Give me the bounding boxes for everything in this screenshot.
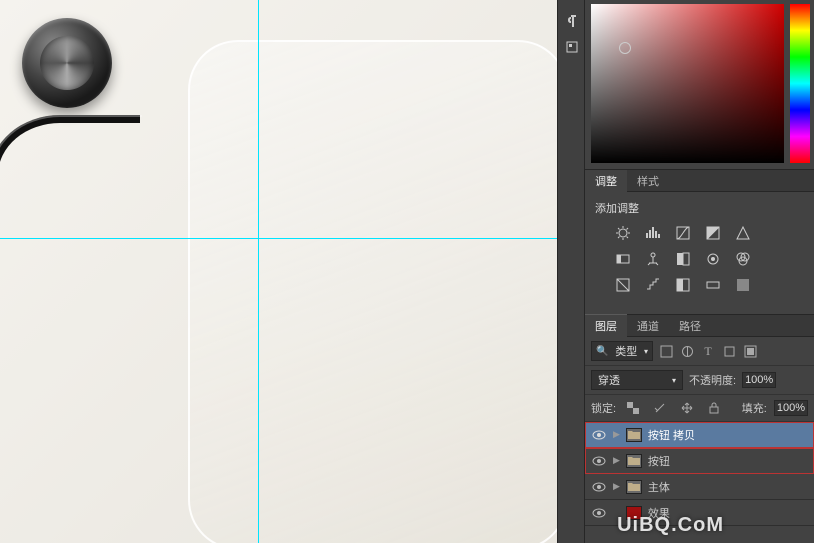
filter-pixel-icon[interactable] xyxy=(659,344,673,358)
color-cursor[interactable] xyxy=(619,42,631,54)
layer-item[interactable]: ▶ 按钮 拷贝 xyxy=(585,422,814,448)
visibility-toggle[interactable] xyxy=(591,456,607,466)
hue-slider[interactable] xyxy=(790,4,810,163)
add-adjustment-label: 添加调整 xyxy=(595,200,804,216)
right-panel-stack: 调整 样式 添加调整 xyxy=(585,0,814,543)
expand-arrow-icon[interactable]: ▶ xyxy=(613,481,620,492)
filter-shape-icon[interactable] xyxy=(722,344,736,358)
artwork-curve xyxy=(0,115,140,543)
hue-saturation-icon[interactable] xyxy=(613,250,633,268)
layer-item[interactable]: ▶ 按钮 xyxy=(585,448,814,474)
filter-type-label: 类型 xyxy=(615,343,637,359)
exposure-icon[interactable] xyxy=(703,224,723,242)
lock-pixels-icon[interactable] xyxy=(650,399,670,417)
adjustments-panel: 调整 样式 添加调整 xyxy=(585,170,814,315)
black-white-icon[interactable] xyxy=(673,250,693,268)
visibility-toggle[interactable] xyxy=(591,430,607,440)
expand-arrow-icon[interactable]: ▶ xyxy=(613,455,620,466)
opacity-label: 不透明度: xyxy=(689,372,736,388)
curves-icon[interactable] xyxy=(673,224,693,242)
expand-arrow-icon[interactable]: ▶ xyxy=(613,429,620,440)
visibility-toggle[interactable] xyxy=(591,508,607,518)
tab-styles[interactable]: 样式 xyxy=(627,170,669,192)
color-field[interactable] xyxy=(591,4,784,163)
folder-icon xyxy=(626,454,642,468)
layers-tabs: 图层 通道 路径 xyxy=(585,315,814,337)
channel-mixer-icon[interactable] xyxy=(733,250,753,268)
lock-row: 锁定: 填充: 100% xyxy=(585,395,814,422)
brightness-contrast-icon[interactable] xyxy=(613,224,633,242)
guide-horizontal[interactable] xyxy=(0,238,557,239)
layer-name[interactable]: 按钮 xyxy=(648,453,670,469)
photo-filter-icon[interactable] xyxy=(703,250,723,268)
layer-filter-row: 🔍 类型 ▾ T xyxy=(585,337,814,366)
tab-channels[interactable]: 通道 xyxy=(627,315,669,337)
tab-paths[interactable]: 路径 xyxy=(669,315,711,337)
artwork-knob xyxy=(22,18,112,108)
layers-panel: 图层 通道 路径 🔍 类型 ▾ T 穿透 ▾ 不透明度: xyxy=(585,315,814,543)
adjustments-tabs: 调整 样式 xyxy=(585,170,814,192)
document-canvas[interactable] xyxy=(0,0,557,543)
filter-type-select[interactable]: 🔍 类型 ▾ xyxy=(591,341,653,361)
vibrance-icon[interactable] xyxy=(733,224,753,242)
posterize-icon[interactable] xyxy=(643,276,663,294)
gradient-map-icon[interactable] xyxy=(703,276,723,294)
artwork-inner-rect xyxy=(188,40,557,543)
character-panel-icon[interactable] xyxy=(558,34,586,60)
selective-color-icon[interactable] xyxy=(733,276,753,294)
lock-transparency-icon[interactable] xyxy=(623,399,643,417)
visibility-toggle[interactable] xyxy=(591,482,607,492)
layer-name[interactable]: 按钮 拷贝 xyxy=(648,427,695,443)
color-balance-icon[interactable] xyxy=(643,250,663,268)
invert-icon[interactable] xyxy=(613,276,633,294)
folder-icon xyxy=(626,480,642,494)
collapsed-panel-dock xyxy=(557,0,585,543)
fill-label: 填充: xyxy=(742,400,767,416)
tab-adjustments[interactable]: 调整 xyxy=(585,169,627,192)
fill-value[interactable]: 100% xyxy=(774,400,808,416)
watermark-text: UiBQ.CoM xyxy=(617,514,724,537)
layer-item[interactable]: ▶ 主体 xyxy=(585,474,814,500)
guide-vertical[interactable] xyxy=(258,0,259,543)
tab-layers[interactable]: 图层 xyxy=(585,314,627,337)
opacity-value[interactable]: 100% xyxy=(742,372,776,388)
filter-smart-icon[interactable] xyxy=(743,344,757,358)
color-picker-panel xyxy=(585,0,814,170)
lock-label: 锁定: xyxy=(591,400,616,416)
blend-mode-row: 穿透 ▾ 不透明度: 100% xyxy=(585,366,814,395)
layer-name[interactable]: 主体 xyxy=(648,479,670,495)
filter-type-icon[interactable]: T xyxy=(701,344,715,358)
blend-mode-select[interactable]: 穿透 ▾ xyxy=(591,370,683,390)
levels-icon[interactable] xyxy=(643,224,663,242)
threshold-icon[interactable] xyxy=(673,276,693,294)
blend-mode-value: 穿透 xyxy=(598,372,620,388)
folder-icon xyxy=(626,428,642,442)
lock-all-icon[interactable] xyxy=(704,399,724,417)
filter-adjustment-icon[interactable] xyxy=(680,344,694,358)
paragraph-panel-icon[interactable] xyxy=(558,8,586,34)
lock-position-icon[interactable] xyxy=(677,399,697,417)
